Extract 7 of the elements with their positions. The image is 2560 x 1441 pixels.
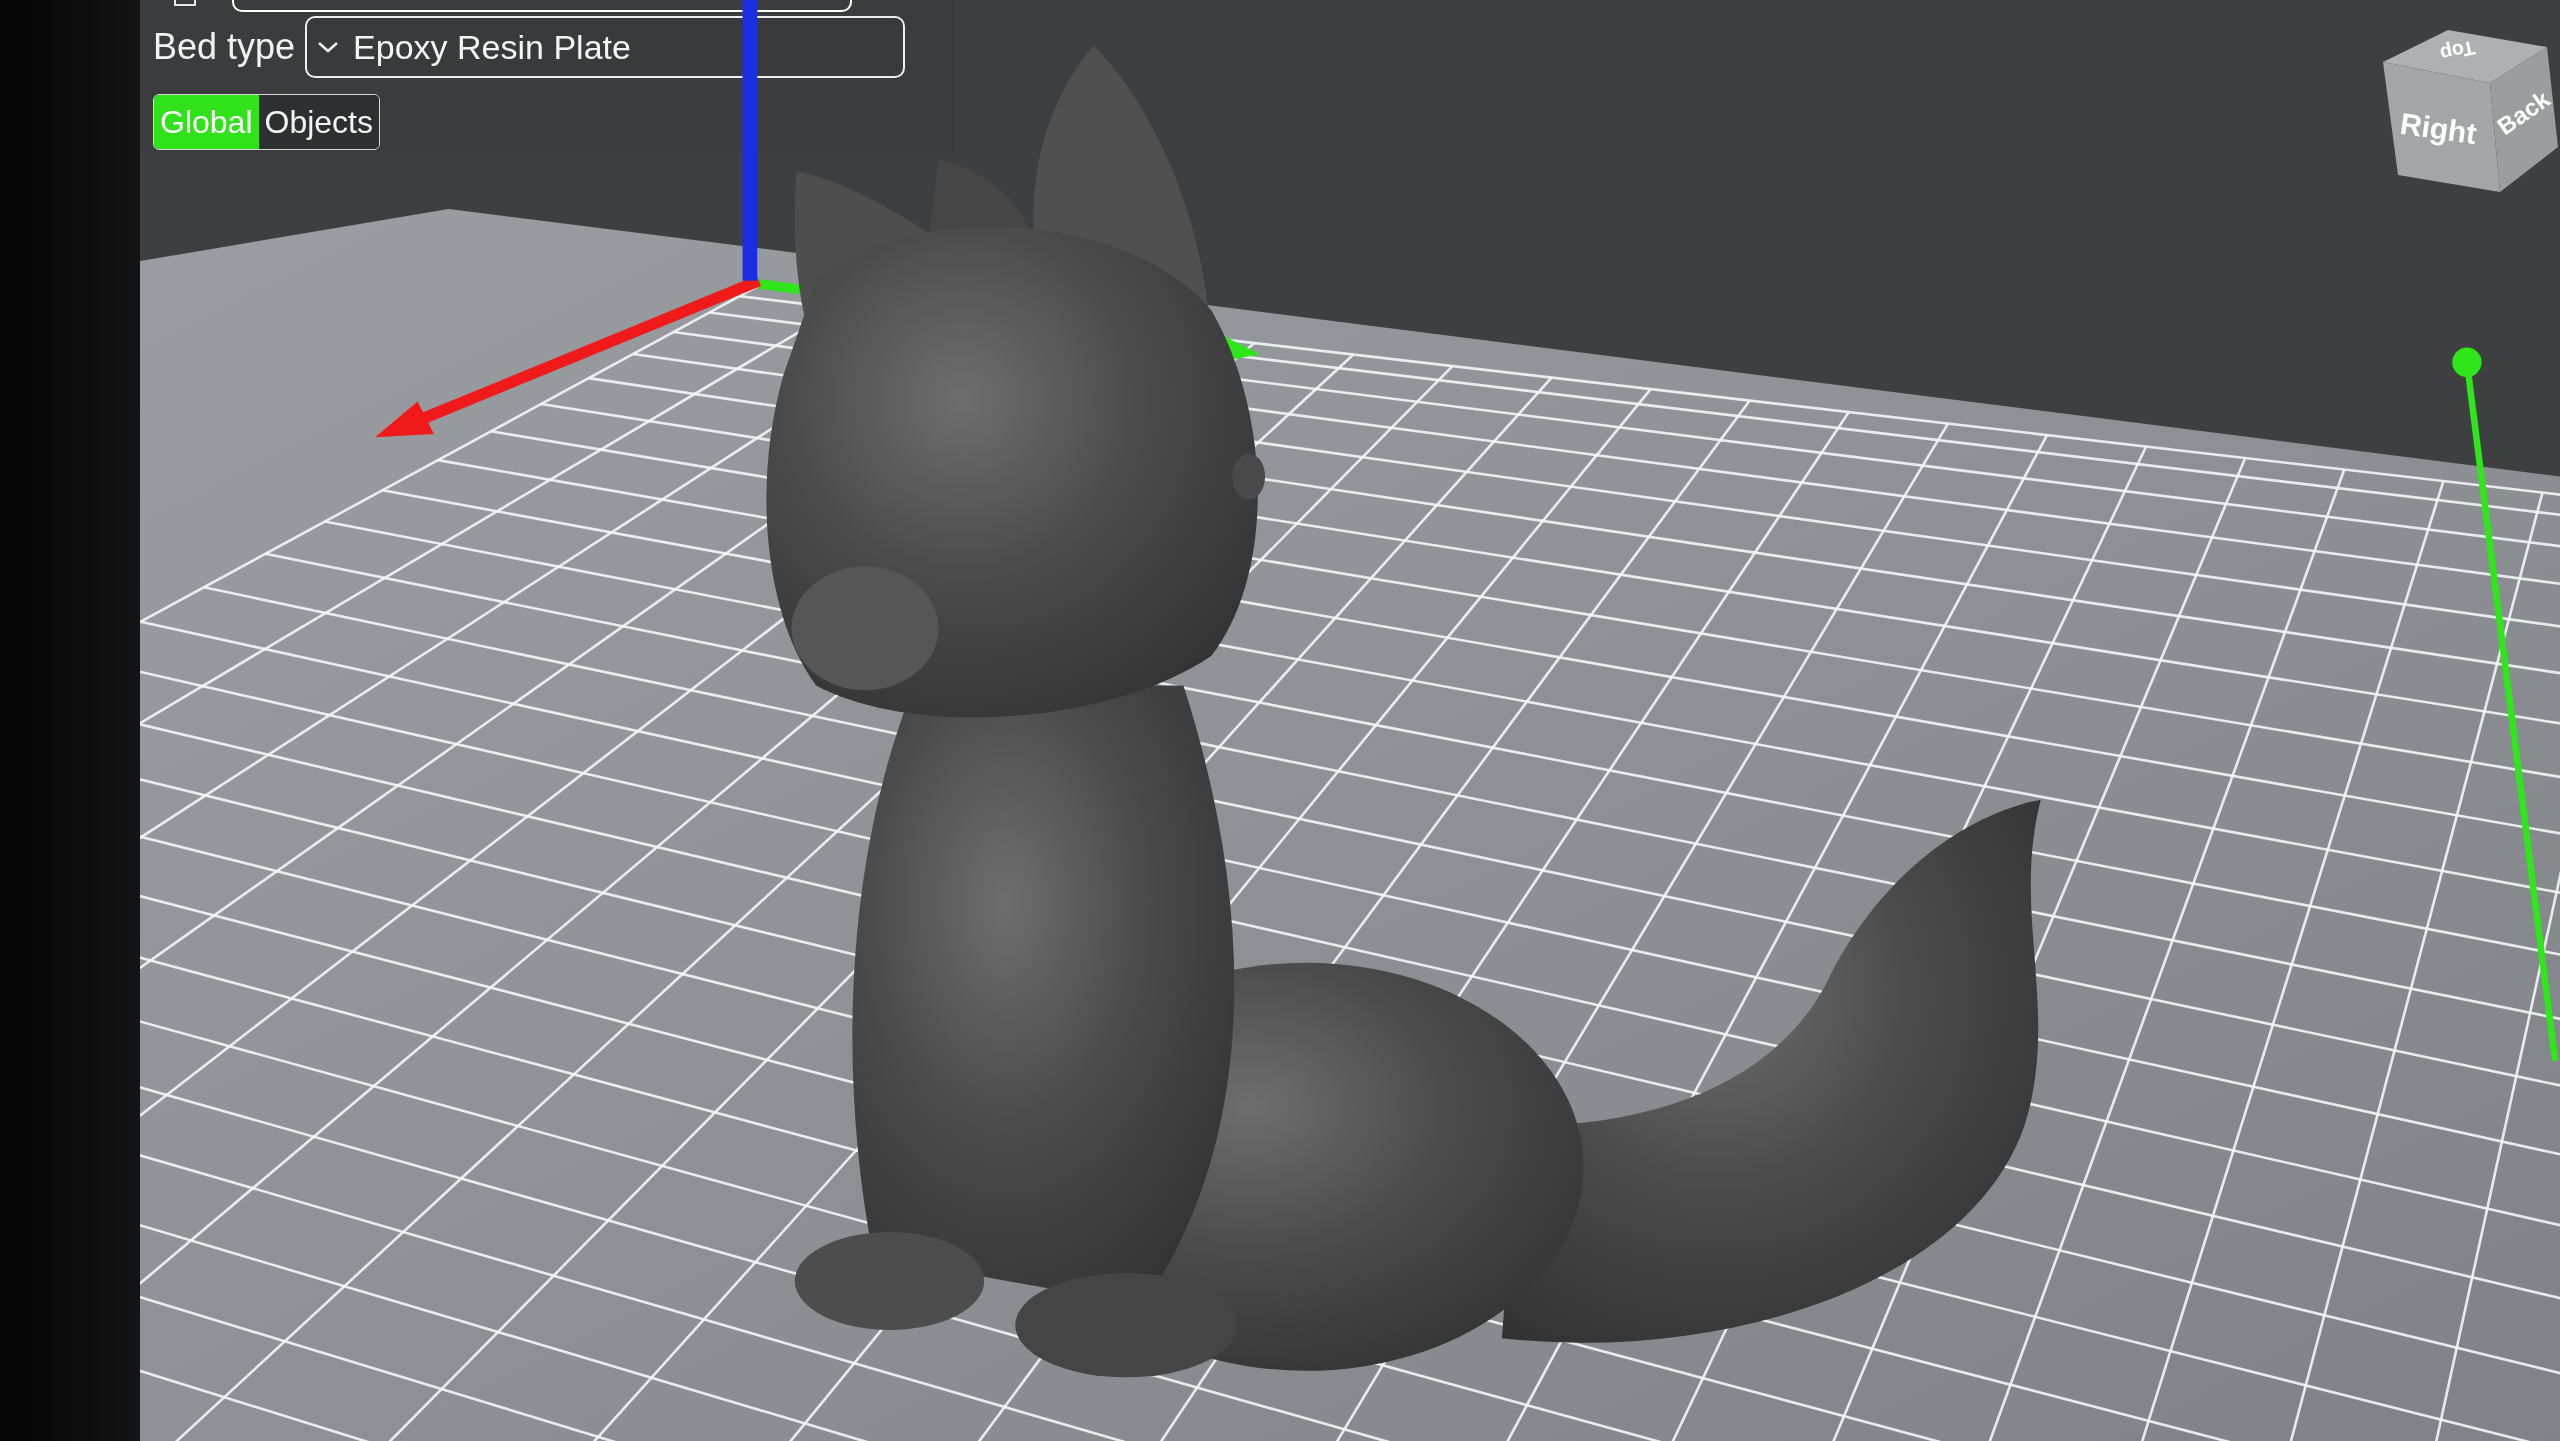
cut-off-icon xyxy=(173,0,197,7)
bed-type-label: Bed type xyxy=(153,25,296,69)
bed-type-dropdown[interactable]: Epoxy Resin Plate xyxy=(305,16,906,78)
scope-tab[interactable]: Objects xyxy=(258,95,379,149)
scope-tab[interactable]: Global xyxy=(154,95,259,149)
chevron-down-icon xyxy=(317,41,340,53)
cube-face-label[interactable]: Top xyxy=(2436,37,2480,65)
